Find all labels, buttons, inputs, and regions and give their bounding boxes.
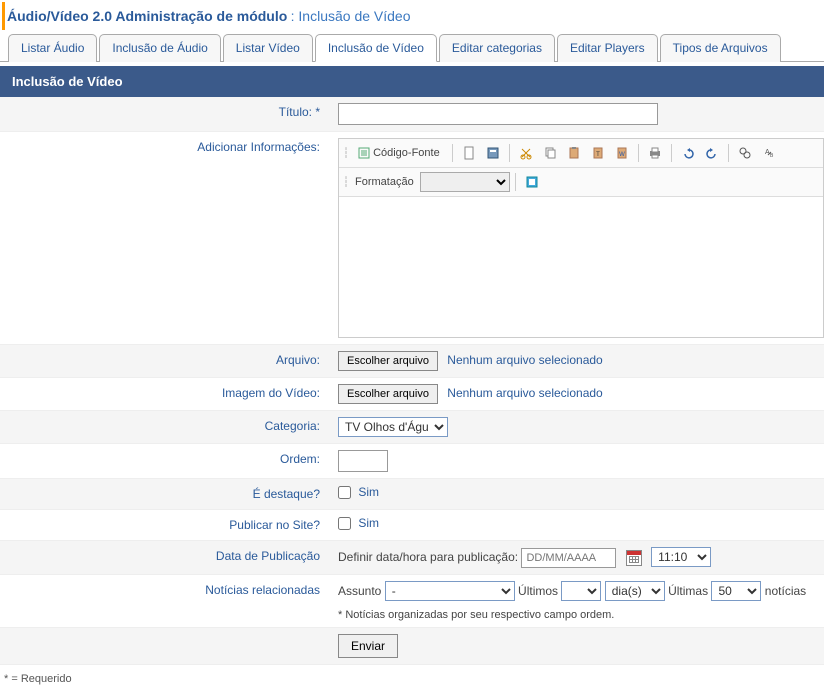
imagem-status: Nenhum arquivo selecionado — [447, 386, 602, 400]
categoria-select[interactable]: TV Olhos d'Água — [338, 417, 448, 437]
replace-icon[interactable]: AB — [758, 142, 780, 164]
row-publicar: Publicar no Site? Sim — [0, 510, 824, 541]
label-titulo: Título: * — [0, 97, 330, 127]
tab-listar-video[interactable]: Listar Vídeo — [223, 34, 313, 62]
calendar-icon[interactable] — [626, 550, 642, 566]
ordem-input[interactable] — [338, 450, 388, 472]
tab-editar-players[interactable]: Editar Players — [557, 34, 658, 62]
label-destaque: É destaque? — [0, 479, 330, 509]
header-title: Áudio/Vídeo 2.0 Administração de módulo — [7, 8, 287, 24]
copy-icon[interactable] — [539, 142, 561, 164]
cut-icon[interactable] — [515, 142, 537, 164]
undo-icon[interactable] — [677, 142, 699, 164]
svg-text:B: B — [770, 153, 774, 159]
noticias-word: notícias — [765, 584, 806, 598]
titulo-input[interactable] — [338, 103, 658, 125]
panel-title: Inclusão de Vídeo — [0, 66, 824, 97]
assunto-label: Assunto — [338, 584, 381, 598]
toolbar-grip-icon: ┆ — [343, 177, 349, 188]
toolbar-grip-icon: ┆ — [343, 148, 349, 159]
label-publicar: Publicar no Site? — [0, 510, 330, 540]
richtext-editor: ┆ Código-Fonte — [338, 138, 824, 338]
new-page-icon[interactable] — [458, 142, 480, 164]
editor-toolbar-1: ┆ Código-Fonte — [339, 139, 823, 168]
label-imagem: Imagem do Vídeo: — [0, 378, 330, 408]
tab-tipos-arquivos[interactable]: Tipos de Arquivos — [660, 34, 781, 62]
row-submit: Enviar — [0, 628, 824, 665]
svg-text:W: W — [619, 152, 625, 158]
tab-editar-categorias[interactable]: Editar categorias — [439, 34, 555, 62]
ultimos-select[interactable] — [561, 581, 601, 601]
ultimas-label: Últimas — [668, 584, 708, 598]
arquivo-choose-button[interactable]: Escolher arquivo — [338, 351, 438, 371]
format-select[interactable] — [420, 172, 510, 192]
row-noticias: Notícias relacionadas Assunto - Últimos … — [0, 575, 824, 628]
page-header: Áudio/Vídeo 2.0 Administração de módulo … — [2, 2, 822, 30]
tab-inclusao-video[interactable]: Inclusão de Vídeo — [315, 34, 437, 62]
publicar-sim-label: Sim — [358, 516, 379, 530]
paste-word-icon[interactable]: W — [611, 142, 633, 164]
row-titulo: Título: * — [0, 97, 824, 132]
tabs-bar: Listar Áudio Inclusão de Áudio Listar Ví… — [0, 34, 824, 62]
paste-text-icon[interactable]: T — [587, 142, 609, 164]
show-blocks-icon[interactable] — [521, 171, 543, 193]
row-imagem: Imagem do Vídeo: Escolher arquivo Nenhum… — [0, 378, 824, 411]
source-button[interactable]: Código-Fonte — [351, 142, 447, 164]
editor-toolbar-2: ┆ Formatação — [339, 168, 823, 197]
redo-icon[interactable] — [701, 142, 723, 164]
svg-text:T: T — [596, 152, 600, 158]
label-datapub: Data de Publicação — [0, 541, 330, 571]
row-categoria: Categoria: TV Olhos d'Água — [0, 411, 824, 444]
print-icon[interactable] — [644, 142, 666, 164]
row-arquivo: Arquivo: Escolher arquivo Nenhum arquivo… — [0, 345, 824, 378]
ultimos-label: Últimos — [518, 584, 558, 598]
count-select[interactable]: 50 — [711, 581, 761, 601]
required-note: * = Requerido — [0, 665, 824, 693]
destaque-checkbox[interactable] — [338, 486, 351, 499]
noticias-note: * Notícias organizadas por seu respectiv… — [338, 609, 816, 621]
label-info: Adicionar Informações: — [0, 132, 330, 162]
format-label: Formatação — [351, 176, 418, 188]
assunto-select[interactable]: - — [385, 581, 515, 601]
label-ordem: Ordem: — [0, 444, 330, 474]
label-noticias: Notícias relacionadas — [0, 575, 330, 605]
publicar-checkbox[interactable] — [338, 517, 351, 530]
destaque-sim-label: Sim — [358, 485, 379, 499]
row-destaque: É destaque? Sim — [0, 479, 824, 510]
row-ordem: Ordem: — [0, 444, 824, 479]
imagem-choose-button[interactable]: Escolher arquivo — [338, 384, 438, 404]
arquivo-status: Nenhum arquivo selecionado — [447, 353, 602, 367]
enviar-button[interactable]: Enviar — [338, 634, 398, 658]
time-select[interactable]: 11:10 — [651, 547, 711, 567]
tab-inclusao-audio[interactable]: Inclusão de Áudio — [99, 34, 220, 62]
paste-icon[interactable] — [563, 142, 585, 164]
find-icon[interactable] — [734, 142, 756, 164]
row-datapub: Data de Publicação Definir data/hora par… — [0, 541, 824, 575]
label-arquivo: Arquivo: — [0, 345, 330, 375]
header-subtitle: : Inclusão de Vídeo — [291, 8, 411, 24]
datapub-prefix: Definir data/hora para publicação: — [338, 550, 518, 564]
unit-select[interactable]: dia(s) — [605, 581, 665, 601]
row-info: Adicionar Informações: ┆ Código-Fonte — [0, 132, 824, 345]
date-input[interactable] — [521, 548, 616, 568]
tab-listar-audio[interactable]: Listar Áudio — [8, 34, 97, 62]
editor-textarea[interactable] — [339, 197, 823, 337]
preview-icon[interactable] — [482, 142, 504, 164]
source-button-label: Código-Fonte — [373, 147, 440, 159]
label-categoria: Categoria: — [0, 411, 330, 441]
